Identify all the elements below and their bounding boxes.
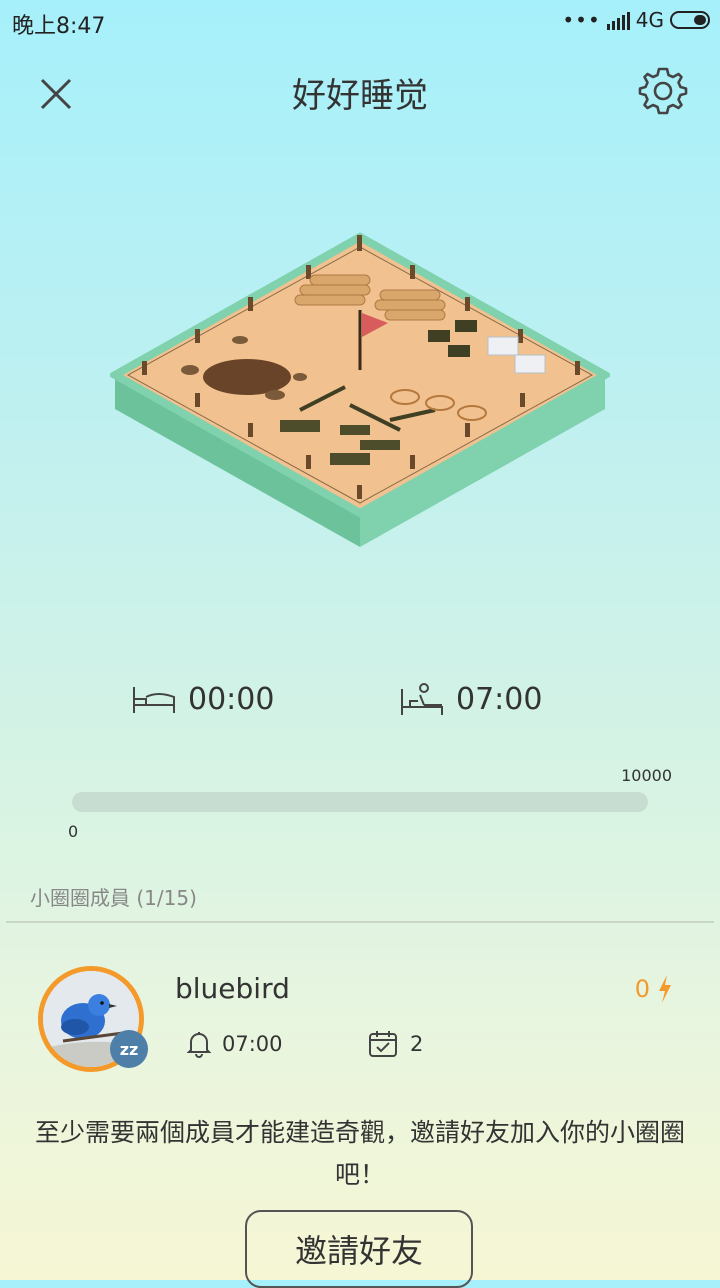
member-row[interactable]: zz bluebird 07:00 2 0: [0, 960, 720, 1080]
sleep-schedule: 00:00 07:00: [0, 680, 720, 730]
progress-bar: [72, 792, 648, 812]
top-bar: 好好睡觉: [0, 60, 720, 120]
progress-max-label: 10000: [621, 766, 672, 785]
gear-icon: [638, 67, 688, 115]
progress-min-label: 0: [68, 822, 79, 841]
settings-button[interactable]: [636, 64, 690, 118]
invite-friends-button[interactable]: 邀請好友: [245, 1210, 473, 1288]
divider: [6, 921, 714, 923]
signal-icon: [606, 10, 630, 30]
member-days-count: 2: [410, 1032, 424, 1056]
member-alarm-time: 07:00: [222, 1032, 283, 1056]
member-energy: 0: [635, 974, 674, 1004]
bedtime-value: 00:00: [188, 682, 275, 717]
construction-site-illustration: [110, 232, 610, 547]
bed-icon: [133, 686, 175, 713]
wake-time: 07:00: [400, 682, 542, 717]
member-name: bluebird: [175, 972, 290, 1005]
invite-hint: 至少需要兩個成員才能建造奇觀，邀請好友加入你的小圈圈吧！: [34, 1118, 685, 1189]
page-title: 好好睡觉: [292, 76, 428, 116]
member-energy-value: 0: [634, 975, 650, 1003]
status-time: 晚上8:47: [12, 14, 106, 39]
wake-up-icon: [401, 682, 443, 715]
more-dots-icon: •••: [562, 8, 601, 32]
members-section-title: 小圈圈成員 (1/15): [30, 886, 197, 910]
calendar-check-icon: [369, 1031, 397, 1057]
status-indicators: ••• 4G: [562, 8, 710, 32]
member-alarm: 07:00: [186, 1030, 283, 1058]
member-days: 2: [368, 1030, 423, 1058]
status-bar: 晚上8:47 ••• 4G: [0, 0, 720, 46]
network-type: 4G: [635, 8, 664, 32]
bell-icon: [186, 1032, 212, 1058]
wake-time-value: 07:00: [456, 682, 543, 717]
lightning-icon: [659, 975, 671, 1003]
sleeping-badge-icon: zz: [110, 1030, 148, 1068]
bedtime: 00:00: [132, 682, 274, 717]
battery-icon: [670, 11, 710, 29]
